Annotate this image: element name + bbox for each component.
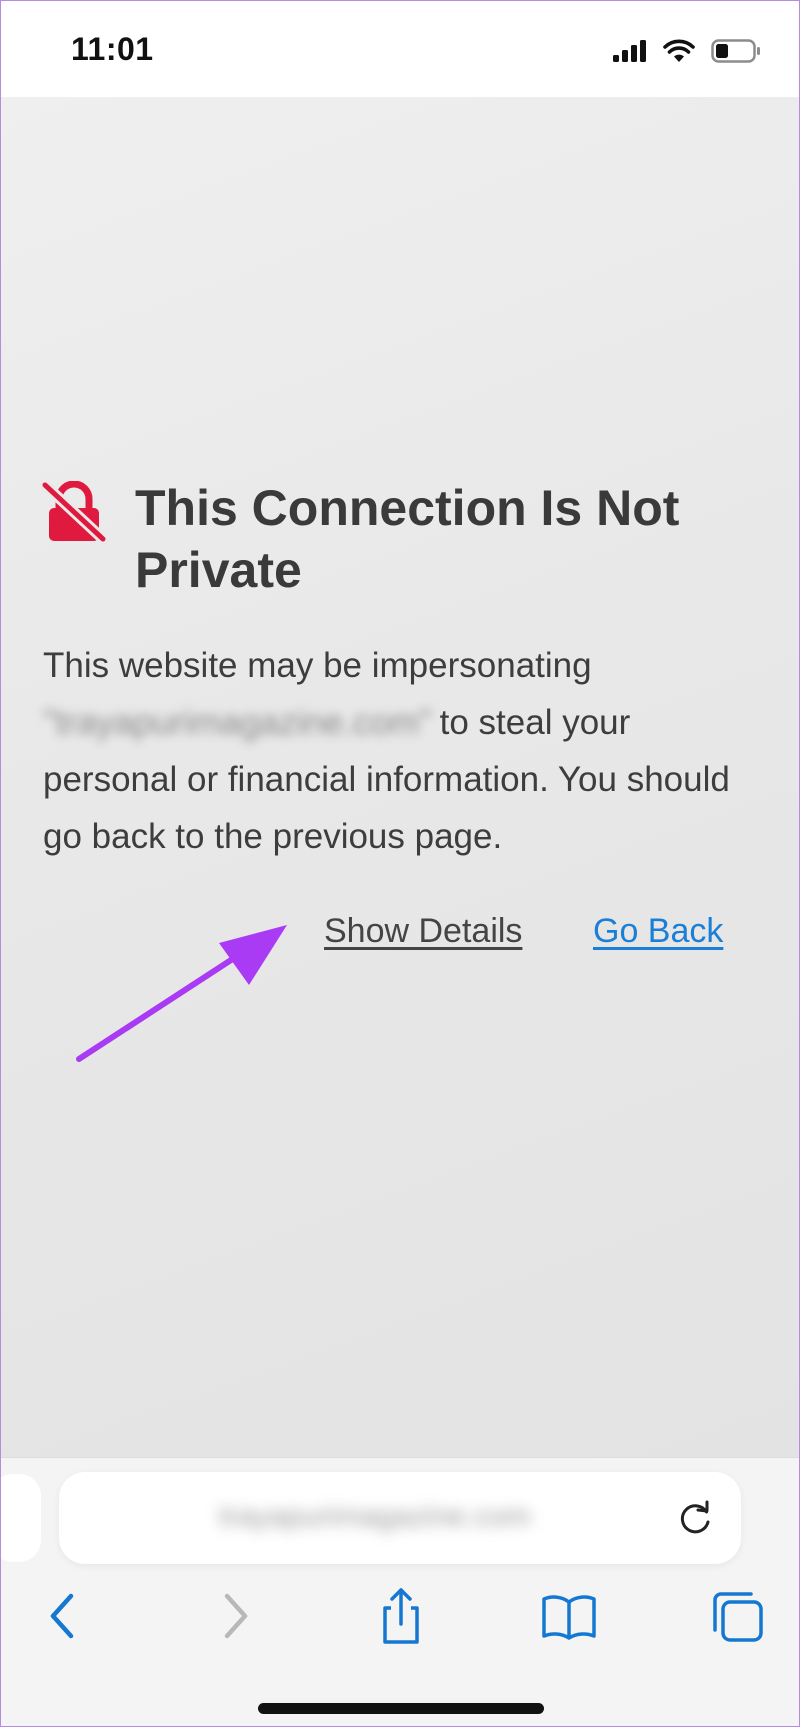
error-page: This Connection Is Not Private This webs… bbox=[1, 97, 799, 1457]
annotation-arrow bbox=[76, 925, 287, 1062]
blurred-domain: "trayapurimagazine.com" bbox=[43, 703, 432, 742]
address-bar[interactable]: trayapurimagazine.com bbox=[59, 1472, 741, 1564]
status-bar: 11:01 bbox=[1, 1, 799, 97]
bookmarks-icon[interactable] bbox=[539, 1586, 599, 1646]
home-indicator[interactable] bbox=[258, 1703, 544, 1714]
previous-tab-edge[interactable] bbox=[1, 1474, 41, 1562]
tabs-icon[interactable] bbox=[707, 1586, 767, 1646]
message-start: This website may be impersonating bbox=[43, 646, 592, 685]
safari-toolbar: trayapurimagazine.com bbox=[1, 1457, 799, 1726]
page-title: This Connection Is Not Private bbox=[135, 480, 680, 598]
nav-row bbox=[1, 1586, 799, 1666]
back-icon[interactable] bbox=[33, 1586, 93, 1646]
status-time: 11:01 bbox=[71, 31, 154, 67]
lock-slash-icon bbox=[41, 481, 107, 543]
battery-icon bbox=[711, 39, 760, 63]
forward-icon[interactable] bbox=[205, 1586, 265, 1646]
share-icon[interactable] bbox=[371, 1586, 431, 1646]
go-back-link[interactable]: Go Back bbox=[593, 912, 723, 951]
cellular-signal-icon bbox=[613, 40, 646, 62]
show-details-link[interactable]: Show Details bbox=[324, 912, 522, 951]
status-icons bbox=[613, 39, 761, 63]
reload-icon[interactable] bbox=[677, 1500, 715, 1538]
address-text: trayapurimagazine.com bbox=[219, 1500, 531, 1533]
warning-message: This website may be impersonating "traya… bbox=[43, 637, 763, 865]
phone-screen: 11:01 This Connection Is Not Private Thi… bbox=[0, 0, 800, 1727]
wifi-icon bbox=[663, 39, 695, 62]
